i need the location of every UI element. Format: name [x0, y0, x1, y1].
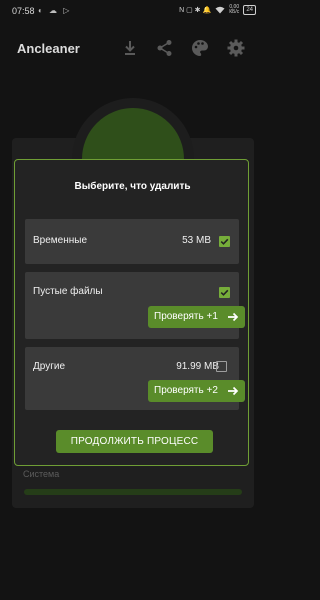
status-right-icons: N ▢ ✱ 🔔 0,00 КБ/с 24	[179, 5, 256, 15]
check-other-button[interactable]: Проверять +2	[148, 380, 245, 402]
share-icon[interactable]	[155, 38, 175, 58]
system-status-icons: N ▢ ✱ 🔔	[179, 7, 212, 14]
status-bar: 07:58 ◐ ☁ ▷ N ▢ ✱ 🔔 0,00 КБ/с 24	[0, 0, 266, 24]
temporary-checkbox[interactable]	[219, 236, 230, 247]
settings-icon[interactable]	[226, 38, 246, 58]
palette-icon[interactable]	[190, 38, 210, 58]
empty-files-checkbox[interactable]	[219, 287, 230, 298]
row-size: 91.99 MB	[176, 361, 219, 372]
button-label: Проверять +1	[154, 311, 218, 322]
delete-selection-dialog: Выберите, что удалить Временные 53 MB Пу…	[14, 159, 249, 466]
dialog-title: Выберите, что удалить	[74, 181, 191, 192]
button-label: Проверять +2	[154, 385, 218, 396]
status-notification-icons: ◐ ☁ ▷	[38, 6, 72, 15]
row-size: 53 MB	[182, 235, 211, 246]
arrow-right-icon	[228, 386, 239, 396]
row-label: Другие	[33, 361, 66, 372]
wifi-icon	[215, 6, 225, 14]
row-temporary[interactable]: Временные 53 MB	[25, 219, 239, 264]
row-empty-files[interactable]: Пустые файлы Проверять +1	[25, 272, 245, 339]
download-icon[interactable]	[120, 38, 140, 58]
row-other[interactable]: Другие 91.99 MB Проверять +2	[25, 347, 245, 410]
battery-icon: 24	[243, 5, 256, 15]
row-label: Пустые файлы	[33, 286, 103, 297]
app-title: Ancleaner	[17, 41, 80, 56]
network-speed: 0,00 КБ/с	[229, 4, 240, 15]
system-progress-bar	[24, 489, 242, 495]
system-section-label: Система	[23, 469, 60, 479]
row-label: Временные	[33, 235, 88, 246]
other-checkbox[interactable]	[216, 361, 227, 372]
arrow-right-icon	[228, 312, 239, 322]
app-bar: Ancleaner	[0, 30, 266, 66]
status-time: 07:58	[12, 6, 35, 16]
continue-process-button[interactable]: ПРОДОЛЖИТЬ ПРОЦЕСС	[56, 430, 213, 453]
check-empty-files-button[interactable]: Проверять +1	[148, 306, 245, 328]
